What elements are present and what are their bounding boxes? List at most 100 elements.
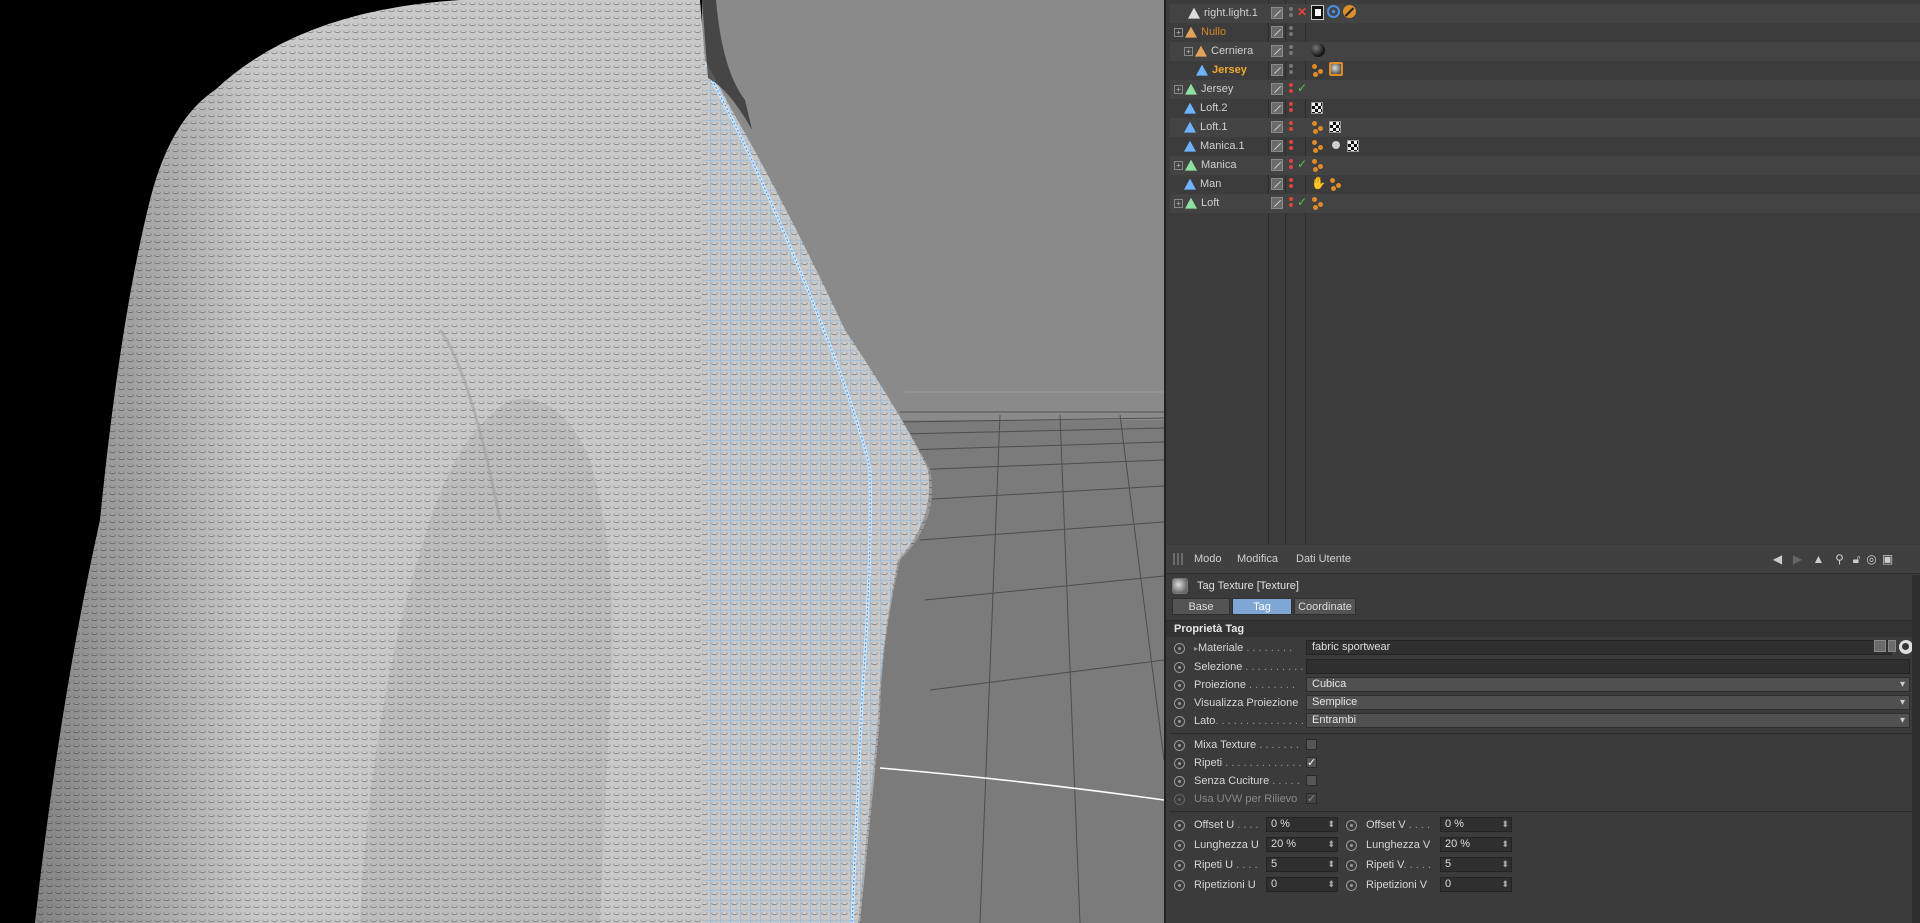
object-name[interactable]: + Cerniera <box>1170 45 1268 59</box>
animate-radio-icon[interactable] <box>1174 820 1185 831</box>
visibility-dots-icon[interactable] <box>1289 196 1294 211</box>
panel-grip-icon[interactable] <box>1173 553 1183 565</box>
material-menu-icon[interactable] <box>1888 640 1896 652</box>
layer-icon[interactable] <box>1271 7 1283 19</box>
layer-icon[interactable] <box>1271 159 1283 171</box>
material-tag-icon[interactable] <box>1329 62 1343 76</box>
dots-tag-icon[interactable] <box>1311 157 1326 172</box>
object-row[interactable]: + Manica ✓ <box>1170 156 1920 175</box>
expand-toggle-icon[interactable]: + <box>1174 84 1183 94</box>
object-row[interactable]: right.light.1 ✕ <box>1170 4 1920 23</box>
object-row[interactable]: Man ✋ <box>1170 175 1920 194</box>
animate-radio-icon[interactable] <box>1174 880 1185 891</box>
weight-tag-icon[interactable] <box>1329 138 1344 153</box>
offset-u-input[interactable]: 0 % <box>1266 817 1338 832</box>
animate-radio-icon[interactable] <box>1346 880 1357 891</box>
visibility-dots-icon[interactable] <box>1289 63 1294 78</box>
selezione-field[interactable] <box>1306 659 1910 674</box>
mixa-texture-checkbox[interactable] <box>1306 739 1317 750</box>
visibility-dots-icon[interactable] <box>1289 101 1294 116</box>
visibility-dots-icon[interactable] <box>1289 177 1294 192</box>
object-row[interactable]: Manica.1 <box>1170 137 1920 156</box>
search-icon[interactable]: ⚲ <box>1832 552 1847 567</box>
animate-radio-icon[interactable] <box>1174 680 1185 691</box>
block-tag-icon[interactable] <box>1343 5 1356 18</box>
lock-icon[interactable]: 🔓︎ <box>1849 552 1864 567</box>
layer-icon[interactable] <box>1271 83 1283 95</box>
object-name[interactable]: Manica.1 <box>1170 140 1268 154</box>
animate-radio-icon[interactable] <box>1174 716 1185 727</box>
dots-tag-icon[interactable] <box>1311 62 1326 77</box>
object-name[interactable]: Jersey <box>1170 64 1268 78</box>
menu-dati-utente[interactable]: Dati Utente <box>1296 553 1351 565</box>
visibility-dots-icon[interactable] <box>1289 158 1294 173</box>
expand-toggle-icon[interactable]: + <box>1174 27 1183 37</box>
attribute-scrollbar[interactable] <box>1912 575 1920 923</box>
layer-icon[interactable] <box>1271 197 1283 209</box>
lato-dropdown[interactable]: Entrambi <box>1306 713 1910 728</box>
object-name[interactable]: + Jersey <box>1170 83 1268 97</box>
layer-icon[interactable] <box>1271 178 1283 190</box>
object-name[interactable]: right.light.1 <box>1170 7 1268 21</box>
layer-icon[interactable] <box>1271 140 1283 152</box>
object-name[interactable]: + Manica <box>1170 159 1268 173</box>
ripeti-u-input[interactable]: 5 <box>1266 857 1338 872</box>
object-name[interactable]: + Nullo <box>1170 26 1268 40</box>
object-row[interactable]: + Cerniera <box>1170 42 1920 61</box>
ripetizioni-v-input[interactable]: 0 <box>1440 877 1512 892</box>
ripeti-v-input[interactable]: 5 <box>1440 857 1512 872</box>
lunghezza-v-input[interactable]: 20 % <box>1440 837 1512 852</box>
object-name[interactable]: Man <box>1170 178 1268 192</box>
object-name[interactable]: Loft.1 <box>1170 121 1268 135</box>
hand-tag-icon[interactable]: ✋ <box>1311 176 1326 191</box>
animate-radio-icon[interactable] <box>1174 698 1185 709</box>
visibility-dots-icon[interactable] <box>1289 120 1294 135</box>
object-row[interactable]: Loft.2 <box>1170 99 1920 118</box>
material-preview-icon[interactable] <box>1874 640 1886 652</box>
checker-tag-icon[interactable] <box>1311 102 1323 114</box>
layer-icon[interactable] <box>1271 64 1283 76</box>
animate-radio-icon[interactable] <box>1174 758 1185 769</box>
enabled-check-icon[interactable]: ✓ <box>1297 195 1307 209</box>
animate-radio-icon[interactable] <box>1346 860 1357 871</box>
animate-radio-icon[interactable] <box>1346 820 1357 831</box>
layer-icon[interactable] <box>1271 102 1283 114</box>
object-row[interactable]: Loft.1 <box>1170 118 1920 137</box>
senza-cuciture-checkbox[interactable] <box>1306 775 1317 786</box>
material-picker-icon[interactable] <box>1899 640 1913 654</box>
animate-radio-icon[interactable] <box>1174 740 1185 751</box>
back-arrow-icon[interactable]: ◀ <box>1770 552 1785 567</box>
object-row[interactable]: + Nullo <box>1170 23 1920 42</box>
layer-icon[interactable] <box>1271 121 1283 133</box>
tab-tag[interactable]: Tag <box>1232 598 1292 615</box>
animate-radio-icon[interactable] <box>1174 840 1185 851</box>
expand-toggle-icon[interactable]: + <box>1174 160 1183 170</box>
dots-tag-icon[interactable] <box>1311 119 1326 134</box>
light-tag-icon[interactable] <box>1311 5 1324 20</box>
animate-radio-icon[interactable] <box>1174 643 1185 654</box>
object-row[interactable]: + Jersey ✓ <box>1170 80 1920 99</box>
dots-tag-icon[interactable] <box>1329 176 1344 191</box>
expand-toggle-icon[interactable]: + <box>1184 46 1193 56</box>
target-icon[interactable]: ◎ <box>1864 552 1879 567</box>
visibility-dots-icon[interactable] <box>1289 44 1294 59</box>
new-panel-icon[interactable]: ▣ <box>1880 552 1895 567</box>
checker-tag-icon[interactable] <box>1347 140 1359 152</box>
menu-modo[interactable]: Modo <box>1194 553 1222 565</box>
ripetizioni-u-input[interactable]: 0 <box>1266 877 1338 892</box>
animate-radio-icon[interactable] <box>1346 840 1357 851</box>
visualizza-proiezione-dropdown[interactable]: Semplice <box>1306 695 1910 710</box>
offset-v-input[interactable]: 0 % <box>1440 817 1512 832</box>
forward-arrow-icon[interactable]: ▶ <box>1790 552 1805 567</box>
tab-base[interactable]: Base <box>1172 598 1230 615</box>
enabled-check-icon[interactable]: ✓ <box>1297 157 1307 171</box>
menu-modifica[interactable]: Modifica <box>1237 553 1278 565</box>
expand-toggle-icon[interactable]: + <box>1174 198 1183 208</box>
visibility-dots-icon[interactable] <box>1289 25 1294 40</box>
materiale-field[interactable]: fabric sportwear <box>1306 640 1913 655</box>
dots-tag-icon[interactable] <box>1311 138 1326 153</box>
object-row[interactable]: + Loft ✓ <box>1170 194 1920 213</box>
proiezione-dropdown[interactable]: Cubica <box>1306 677 1910 692</box>
layer-icon[interactable] <box>1271 45 1283 57</box>
disabled-x-icon[interactable]: ✕ <box>1297 5 1307 19</box>
